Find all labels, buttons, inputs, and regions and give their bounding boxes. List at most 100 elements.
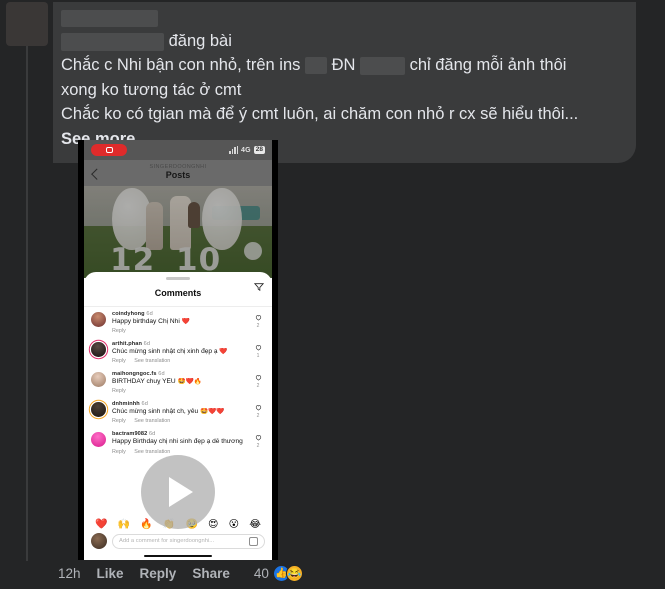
reaction-count: 40	[253, 566, 269, 581]
comment-input-placeholder: Add a comment for singerdoongnhi...	[119, 538, 215, 544]
comment-text: Happy birthday Chị Nhi ❤️	[112, 317, 190, 325]
comment-actions[interactable]: Reply See translation	[112, 449, 251, 455]
avatar	[6, 2, 48, 46]
comment-username[interactable]: arthit.phan 6d	[112, 341, 251, 347]
comment-bubble: đăng bài Chắc c Nhi bận con nhỏ, trên in…	[53, 2, 636, 163]
like-count: 2	[256, 322, 260, 329]
emoji-laughing[interactable]: 😂	[249, 519, 261, 530]
emoji-heart[interactable]: ❤️	[95, 519, 107, 530]
avatar[interactable]	[91, 371, 106, 387]
comments-title: Comments	[154, 287, 202, 298]
comment-text: BIRTHDAY chuỵ YÊU 🤩❤️🔥	[112, 377, 203, 385]
sticker-icon[interactable]	[249, 536, 258, 546]
share-button[interactable]: Share	[192, 566, 230, 581]
comment-like[interactable]: 1	[251, 341, 265, 359]
comment-username[interactable]: coindyhong 6d	[112, 311, 251, 317]
comment-like[interactable]: 2	[251, 401, 265, 419]
camera-record-icon	[91, 144, 127, 156]
translate-link[interactable]: See translation	[134, 449, 170, 455]
reply-link[interactable]: Reply	[112, 418, 126, 424]
post-line-1-mid: ĐN	[326, 56, 360, 74]
emoji-heart-eyes[interactable]: 😍	[208, 519, 218, 530]
avatar[interactable]	[91, 402, 106, 418]
comment-text: Chúc mừng sinh nhật chị xinh đẹp ạ ❤️	[112, 347, 228, 355]
redaction-box	[304, 57, 327, 75]
haha-emoji-icon: 😂	[285, 565, 303, 582]
post-line-1-post: chỉ đăng mỗi ảnh thôi	[404, 56, 567, 74]
comment-like[interactable]: 2	[251, 371, 265, 389]
phone-status-bar: 4G 28	[84, 140, 272, 160]
post-photo: 12 10	[84, 186, 272, 278]
avatar[interactable]	[91, 341, 106, 357]
list-item: coindyhong 6d Happy birthday Chị Nhi ❤️ …	[91, 311, 265, 334]
list-item: dnhminhh 6d Chúc mừng sinh nhật ch, yêu …	[91, 401, 265, 424]
heart-icon[interactable]	[255, 434, 262, 441]
attached-video[interactable]: 4G 28 SINGERDOONGNHI Posts 12 10 Comment…	[78, 140, 278, 560]
timestamp: 12h	[58, 566, 81, 581]
battery-indicator: 28	[253, 145, 265, 155]
home-indicator	[144, 554, 212, 557]
post-line-3: Chắc ko có tgian mà để ý cmt luôn, ai ch…	[61, 105, 579, 123]
instagram-page-title: Posts	[165, 170, 191, 181]
heart-icon[interactable]	[255, 404, 262, 411]
emoji-raised-hands[interactable]: 🙌	[118, 519, 130, 530]
comment-actions[interactable]: Reply	[112, 388, 251, 394]
comment-like[interactable]: 2	[251, 311, 265, 329]
network-label: 4G	[241, 146, 251, 154]
comment-list: coindyhong 6d Happy birthday Chị Nhi ❤️ …	[84, 307, 272, 455]
avatar[interactable]	[91, 432, 106, 448]
chevron-left-icon[interactable]	[91, 168, 103, 180]
reply-button[interactable]: Reply	[140, 566, 177, 581]
comment-like[interactable]: 2	[251, 431, 265, 449]
reply-link[interactable]: Reply	[112, 328, 126, 334]
thread-line	[26, 46, 28, 561]
instagram-nav: SINGERDOONGNHI Posts	[84, 160, 272, 186]
list-item: bactram9082 6d Happy Birthday chị nhi si…	[91, 431, 265, 455]
like-count: 1	[256, 352, 260, 359]
post-view: đăng bài Chắc c Nhi bận con nhỏ, trên in…	[0, 0, 665, 589]
list-item: maihongngoc.fs 6d BIRTHDAY chuỵ YÊU 🤩❤️🔥…	[91, 371, 265, 394]
comment-actions[interactable]: Reply See translation	[112, 418, 251, 424]
avatar	[91, 533, 107, 549]
list-item: arthit.phan 6d Chúc mừng sinh nhật chị x…	[91, 341, 265, 364]
translate-link[interactable]: See translation	[134, 358, 170, 364]
comment-username[interactable]: bactram9082 6d	[112, 431, 251, 437]
like-count: 2	[256, 413, 260, 420]
emoji-surprised[interactable]: 😮	[229, 519, 239, 530]
reaction-summary[interactable]: 40 👍 😂	[254, 565, 303, 582]
post-action-bar: 12h Like Reply Share 40 👍 😂	[58, 565, 303, 582]
comment-username[interactable]: maihongngoc.fs 6d	[112, 371, 251, 377]
emoji-fire[interactable]: 🔥	[140, 519, 152, 530]
post-byline: đăng bài	[61, 29, 622, 53]
comment-actions[interactable]: Reply See translation	[112, 358, 251, 364]
byline-suffix: đăng bài	[168, 32, 232, 50]
share-icon[interactable]	[254, 282, 264, 292]
avatar[interactable]	[91, 311, 106, 327]
author-redaction-top	[61, 10, 622, 29]
comment-input-row: Add a comment for singerdoongnhi...	[84, 533, 272, 549]
reply-link[interactable]: Reply	[112, 449, 126, 455]
post-line-1-pre: Chắc c Nhi bận con nhỏ, trên ins	[61, 56, 305, 74]
redaction-box	[359, 56, 405, 75]
like-button[interactable]: Like	[97, 566, 124, 581]
heart-icon[interactable]	[255, 344, 262, 351]
comment-actions[interactable]: Reply	[112, 328, 251, 334]
signal-bars-icon	[229, 146, 239, 154]
like-count: 2	[256, 382, 260, 389]
heart-icon[interactable]	[255, 314, 262, 321]
translate-link[interactable]: See translation	[134, 418, 170, 424]
play-icon[interactable]	[141, 455, 215, 529]
comment-input[interactable]: Add a comment for singerdoongnhi...	[112, 533, 265, 549]
comments-header: Comments	[84, 282, 272, 307]
comment-text: Happy Birthday chị nhi sinh đẹp ạ dễ thư…	[112, 438, 243, 446]
reply-link[interactable]: Reply	[112, 388, 126, 394]
reply-link[interactable]: Reply	[112, 358, 126, 364]
heart-icon[interactable]	[255, 374, 262, 381]
sheet-grabber[interactable]	[166, 277, 190, 280]
post-line-1: Chắc c Nhi bận con nhỏ, trên ins ĐN chỉ …	[61, 53, 622, 78]
redaction-box	[61, 32, 164, 51]
comment-username[interactable]: dnhminhh 6d	[112, 401, 251, 407]
like-count: 2	[256, 443, 260, 450]
redaction-box	[61, 10, 158, 27]
post-line-2: xong ko tương tác ở cmt	[61, 80, 242, 99]
